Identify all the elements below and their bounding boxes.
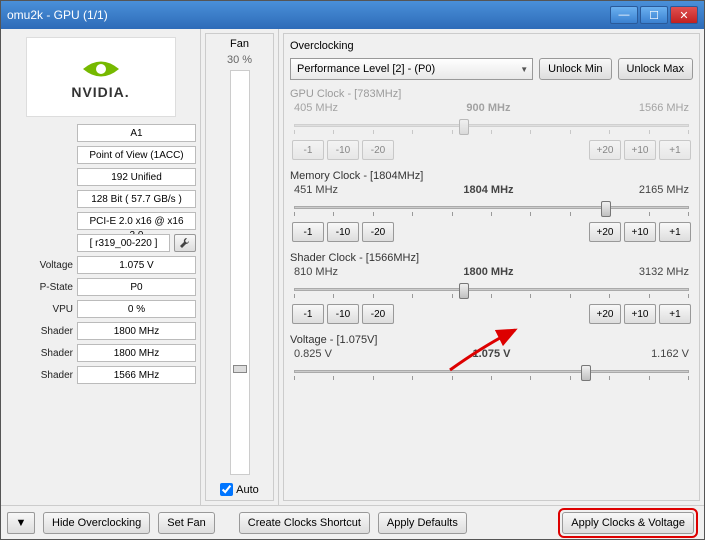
mem-minus-20[interactable]: -20: [362, 222, 394, 242]
shader-minus-1[interactable]: -1: [292, 304, 324, 324]
menu-dropdown-button[interactable]: ▼: [7, 512, 35, 534]
fan-auto-checkbox[interactable]: [220, 483, 233, 496]
gpu-minus-20: -20: [362, 140, 394, 160]
shader-clock-head: Shader Clock - [1566MHz]: [290, 252, 693, 264]
memory-clock-section: Memory Clock - [1804MHz] 451 MHz 1804 MH…: [290, 170, 693, 242]
info-shader1: 1800 MHz: [77, 322, 196, 340]
shader1-label: Shader: [5, 326, 73, 337]
info-pcie: PCI-E 2.0 x16 @ x16 2.0: [77, 212, 196, 230]
mem-minus-1[interactable]: -1: [292, 222, 324, 242]
mem-plus-10[interactable]: +10: [624, 222, 656, 242]
shader-plus-1[interactable]: +1: [659, 304, 691, 324]
mem-plus-20[interactable]: +20: [589, 222, 621, 242]
mem-clock-min: 451 MHz: [294, 184, 338, 196]
info-vpu: 0 %: [77, 300, 196, 318]
overclocking-title: Overclocking: [290, 40, 693, 52]
info-panel: NVIDIA. A1 Point of View (1ACC) 192 Unif…: [1, 29, 201, 505]
create-clocks-shortcut-button[interactable]: Create Clocks Shortcut: [239, 512, 370, 534]
gpu-clock-min: 405 MHz: [294, 102, 338, 114]
gpu-clock-head: GPU Clock - [783MHz]: [290, 88, 693, 100]
shader-clock-section: Shader Clock - [1566MHz] 810 MHz 1800 MH…: [290, 252, 693, 324]
gpu-minus-1: -1: [292, 140, 324, 160]
gpu-slider-thumb: [459, 119, 469, 135]
volt-slider[interactable]: [294, 362, 689, 382]
unlock-min-button[interactable]: Unlock Min: [539, 58, 611, 80]
info-vendor: Point of View (1ACC): [77, 146, 196, 164]
gpu-logo: NVIDIA.: [26, 37, 176, 117]
shader2-label: Shader: [5, 348, 73, 359]
gpu-plus-10: +10: [624, 140, 656, 160]
mem-clock-head: Memory Clock - [1804MHz]: [290, 170, 693, 182]
shader3-label: Shader: [5, 370, 73, 381]
gpu-plus-1: +1: [659, 140, 691, 160]
shader-clock-cur: 1800 MHz: [463, 266, 513, 278]
voltage-section: Voltage - [1.075V] 0.825 V 1.075 V 1.162…: [290, 334, 693, 382]
mem-minus-10[interactable]: -10: [327, 222, 359, 242]
volt-min: 0.825 V: [294, 348, 332, 360]
voltage-label: Voltage: [5, 260, 73, 271]
shader-minus-10[interactable]: -10: [327, 304, 359, 324]
shader-slider-thumb[interactable]: [459, 283, 469, 299]
set-fan-button[interactable]: Set Fan: [158, 512, 215, 534]
shader-clock-max: 3132 MHz: [639, 266, 689, 278]
window-title: omu2k - GPU (1/1): [7, 8, 610, 22]
gpu-clock-cur: 900 MHz: [466, 102, 510, 114]
minimize-button[interactable]: —: [610, 6, 638, 24]
info-shader3: 1566 MHz: [77, 366, 196, 384]
fan-slider-thumb[interactable]: [233, 365, 247, 373]
chevron-down-icon: ▼: [16, 517, 27, 529]
gpu-plus-20: +20: [589, 140, 621, 160]
fan-auto-row: Auto: [220, 483, 259, 496]
info-a1: A1: [77, 124, 196, 142]
vpu-label: VPU: [5, 304, 73, 315]
info-pstate: P0: [77, 278, 196, 296]
maximize-button[interactable]: ☐: [640, 6, 668, 24]
shader-plus-10[interactable]: +10: [624, 304, 656, 324]
pstate-label: P-State: [5, 282, 73, 293]
apply-clocks-voltage-button[interactable]: Apply Clocks & Voltage: [562, 512, 694, 534]
apply-highlight: Apply Clocks & Voltage: [558, 508, 698, 538]
mem-plus-1[interactable]: +1: [659, 222, 691, 242]
info-unified: 192 Unified: [77, 168, 196, 186]
brand-text: NVIDIA.: [71, 84, 129, 100]
volt-cur: 1.075 V: [473, 348, 511, 360]
unlock-max-button[interactable]: Unlock Max: [618, 58, 693, 80]
fan-slider[interactable]: [230, 70, 250, 475]
info-buswidth: 128 Bit ( 57.7 GB/s ): [77, 190, 196, 208]
shader-clock-slider[interactable]: [294, 280, 689, 300]
bottom-bar: ▼ Hide Overclocking Set Fan Create Clock…: [1, 505, 704, 539]
volt-head: Voltage - [1.075V]: [290, 334, 693, 346]
titlebar: omu2k - GPU (1/1) — ☐ ✕: [1, 1, 704, 29]
shader-minus-20[interactable]: -20: [362, 304, 394, 324]
wrench-icon: [179, 237, 191, 249]
fan-auto-label: Auto: [236, 484, 259, 496]
fan-title: Fan: [230, 38, 249, 50]
shader-clock-min: 810 MHz: [294, 266, 338, 278]
info-shader2: 1800 MHz: [77, 344, 196, 362]
close-button[interactable]: ✕: [670, 6, 698, 24]
info-voltage: 1.075 V: [77, 256, 196, 274]
driver-settings-button[interactable]: [174, 234, 196, 252]
apply-defaults-button[interactable]: Apply Defaults: [378, 512, 467, 534]
performance-level-select[interactable]: Performance Level [2] - (P0): [290, 58, 533, 80]
hide-overclocking-button[interactable]: Hide Overclocking: [43, 512, 150, 534]
shader-plus-20[interactable]: +20: [589, 304, 621, 324]
mem-clock-cur: 1804 MHz: [463, 184, 513, 196]
mem-slider-thumb[interactable]: [601, 201, 611, 217]
gpu-clock-max: 1566 MHz: [639, 102, 689, 114]
mem-clock-slider[interactable]: [294, 198, 689, 218]
overclocking-group: Overclocking Performance Level [2] - (P0…: [283, 33, 700, 501]
fan-panel: Fan 30 % Auto: [201, 29, 279, 505]
gpu-minus-10: -10: [327, 140, 359, 160]
gpu-clock-section: GPU Clock - [783MHz] 405 MHz 900 MHz 156…: [290, 88, 693, 160]
fan-percent: 30 %: [227, 54, 252, 66]
volt-max: 1.162 V: [651, 348, 689, 360]
nvidia-eye-icon: [81, 54, 121, 84]
gpu-clock-slider: [294, 116, 689, 136]
volt-slider-thumb[interactable]: [581, 365, 591, 381]
info-driver: [ r319_00-220 ]: [77, 234, 170, 252]
mem-clock-max: 2165 MHz: [639, 184, 689, 196]
